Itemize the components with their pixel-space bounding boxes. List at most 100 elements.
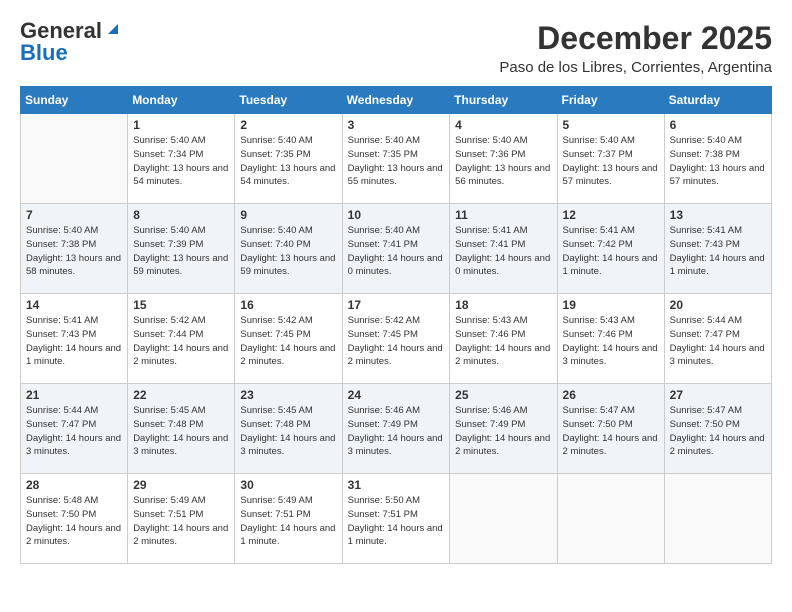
day-number: 25 — [455, 388, 551, 402]
weekday-header-row: SundayMondayTuesdayWednesdayThursdayFrid… — [21, 87, 772, 114]
day-info: Sunrise: 5:46 AMSunset: 7:49 PMDaylight:… — [348, 404, 445, 459]
day-info: Sunrise: 5:40 AMSunset: 7:38 PMDaylight:… — [670, 134, 766, 189]
day-info: Sunrise: 5:44 AMSunset: 7:47 PMDaylight:… — [26, 404, 122, 459]
calendar-cell: 2 Sunrise: 5:40 AMSunset: 7:35 PMDaylight… — [235, 114, 342, 204]
day-info: Sunrise: 5:40 AMSunset: 7:34 PMDaylight:… — [133, 134, 229, 189]
day-info: Sunrise: 5:41 AMSunset: 7:42 PMDaylight:… — [563, 224, 659, 279]
day-info: Sunrise: 5:40 AMSunset: 7:41 PMDaylight:… — [348, 224, 445, 279]
calendar-cell: 29 Sunrise: 5:49 AMSunset: 7:51 PMDayligh… — [128, 474, 235, 564]
calendar-cell: 18 Sunrise: 5:43 AMSunset: 7:46 PMDayligh… — [450, 294, 557, 384]
day-number: 22 — [133, 388, 229, 402]
calendar-cell: 31 Sunrise: 5:50 AMSunset: 7:51 PMDayligh… — [342, 474, 450, 564]
calendar-cell: 19 Sunrise: 5:43 AMSunset: 7:46 PMDayligh… — [557, 294, 664, 384]
calendar-cell: 28Sunrise: 5:48 AMSunset: 7:50 PMDayligh… — [21, 474, 128, 564]
calendar-cell: 30 Sunrise: 5:49 AMSunset: 7:51 PMDayligh… — [235, 474, 342, 564]
day-number: 13 — [670, 208, 766, 222]
day-number: 18 — [455, 298, 551, 312]
calendar-cell: 1 Sunrise: 5:40 AMSunset: 7:34 PMDaylight… — [128, 114, 235, 204]
logo-icon — [104, 20, 122, 38]
day-info: Sunrise: 5:45 AMSunset: 7:48 PMDaylight:… — [133, 404, 229, 459]
day-info: Sunrise: 5:40 AMSunset: 7:35 PMDaylight:… — [348, 134, 445, 189]
day-info: Sunrise: 5:41 AMSunset: 7:41 PMDaylight:… — [455, 224, 551, 279]
day-info: Sunrise: 5:42 AMSunset: 7:45 PMDaylight:… — [240, 314, 336, 369]
day-info: Sunrise: 5:47 AMSunset: 7:50 PMDaylight:… — [563, 404, 659, 459]
day-info: Sunrise: 5:40 AMSunset: 7:40 PMDaylight:… — [240, 224, 336, 279]
day-number: 16 — [240, 298, 336, 312]
calendar-table: SundayMondayTuesdayWednesdayThursdayFrid… — [20, 86, 772, 564]
day-info: Sunrise: 5:42 AMSunset: 7:44 PMDaylight:… — [133, 314, 229, 369]
calendar-cell: 25 Sunrise: 5:46 AMSunset: 7:49 PMDayligh… — [450, 384, 557, 474]
calendar-cell: 16 Sunrise: 5:42 AMSunset: 7:45 PMDayligh… — [235, 294, 342, 384]
day-info: Sunrise: 5:47 AMSunset: 7:50 PMDaylight:… — [670, 404, 766, 459]
calendar-cell — [664, 474, 771, 564]
day-number: 7 — [26, 208, 122, 222]
calendar-cell — [557, 474, 664, 564]
weekday-header-sunday: Sunday — [21, 87, 128, 114]
day-info: Sunrise: 5:40 AMSunset: 7:39 PMDaylight:… — [133, 224, 229, 279]
day-number: 6 — [670, 118, 766, 132]
calendar-cell: 4Sunrise: 5:40 AMSunset: 7:36 PMDaylight… — [450, 114, 557, 204]
logo: General Blue — [20, 20, 122, 64]
day-number: 19 — [563, 298, 659, 312]
day-info: Sunrise: 5:49 AMSunset: 7:51 PMDaylight:… — [133, 494, 229, 549]
calendar-cell: 5Sunrise: 5:40 AMSunset: 7:37 PMDaylight… — [557, 114, 664, 204]
calendar-cell — [450, 474, 557, 564]
day-info: Sunrise: 5:45 AMSunset: 7:48 PMDaylight:… — [240, 404, 336, 459]
calendar-week-row: 14Sunrise: 5:41 AMSunset: 7:43 PMDayligh… — [21, 294, 772, 384]
calendar-cell — [21, 114, 128, 204]
day-info: Sunrise: 5:42 AMSunset: 7:45 PMDaylight:… — [348, 314, 445, 369]
calendar-cell: 26 Sunrise: 5:47 AMSunset: 7:50 PMDayligh… — [557, 384, 664, 474]
calendar-cell: 27 Sunrise: 5:47 AMSunset: 7:50 PMDayligh… — [664, 384, 771, 474]
day-info: Sunrise: 5:43 AMSunset: 7:46 PMDaylight:… — [563, 314, 659, 369]
weekday-header-friday: Friday — [557, 87, 664, 114]
weekday-header-saturday: Saturday — [664, 87, 771, 114]
day-info: Sunrise: 5:43 AMSunset: 7:46 PMDaylight:… — [455, 314, 551, 369]
day-number: 15 — [133, 298, 229, 312]
day-info: Sunrise: 5:40 AMSunset: 7:35 PMDaylight:… — [240, 134, 336, 189]
day-info: Sunrise: 5:46 AMSunset: 7:49 PMDaylight:… — [455, 404, 551, 459]
day-info: Sunrise: 5:40 AMSunset: 7:36 PMDaylight:… — [455, 134, 551, 189]
day-info: Sunrise: 5:44 AMSunset: 7:47 PMDaylight:… — [670, 314, 766, 369]
calendar-cell: 8 Sunrise: 5:40 AMSunset: 7:39 PMDaylight… — [128, 204, 235, 294]
day-number: 30 — [240, 478, 336, 492]
calendar-cell: 10 Sunrise: 5:40 AMSunset: 7:41 PMDayligh… — [342, 204, 450, 294]
calendar-cell: 9 Sunrise: 5:40 AMSunset: 7:40 PMDaylight… — [235, 204, 342, 294]
day-info: Sunrise: 5:41 AMSunset: 7:43 PMDaylight:… — [26, 314, 122, 369]
day-info: Sunrise: 5:40 AMSunset: 7:38 PMDaylight:… — [26, 224, 122, 279]
day-info: Sunrise: 5:50 AMSunset: 7:51 PMDaylight:… — [348, 494, 445, 549]
calendar-cell: 22 Sunrise: 5:45 AMSunset: 7:48 PMDayligh… — [128, 384, 235, 474]
location-subtitle: Paso de los Libres, Corrientes, Argentin… — [499, 59, 772, 76]
calendar-cell: 13Sunrise: 5:41 AMSunset: 7:43 PMDayligh… — [664, 204, 771, 294]
calendar-week-row: 7 Sunrise: 5:40 AMSunset: 7:38 PMDaylight… — [21, 204, 772, 294]
day-number: 12 — [563, 208, 659, 222]
day-number: 2 — [240, 118, 336, 132]
day-number: 31 — [348, 478, 445, 492]
calendar-cell: 17Sunrise: 5:42 AMSunset: 7:45 PMDayligh… — [342, 294, 450, 384]
month-title: December 2025 — [499, 20, 772, 57]
calendar-cell: 20 Sunrise: 5:44 AMSunset: 7:47 PMDayligh… — [664, 294, 771, 384]
day-number: 5 — [563, 118, 659, 132]
day-number: 27 — [670, 388, 766, 402]
day-number: 29 — [133, 478, 229, 492]
day-number: 21 — [26, 388, 122, 402]
calendar-cell: 23Sunrise: 5:45 AMSunset: 7:48 PMDayligh… — [235, 384, 342, 474]
day-number: 9 — [240, 208, 336, 222]
day-info: Sunrise: 5:49 AMSunset: 7:51 PMDaylight:… — [240, 494, 336, 549]
page-header: General Blue December 2025 Paso de los L… — [20, 20, 772, 76]
day-number: 1 — [133, 118, 229, 132]
calendar-cell: 6 Sunrise: 5:40 AMSunset: 7:38 PMDaylight… — [664, 114, 771, 204]
calendar-week-row: 1 Sunrise: 5:40 AMSunset: 7:34 PMDaylight… — [21, 114, 772, 204]
day-number: 26 — [563, 388, 659, 402]
calendar-cell: 3Sunrise: 5:40 AMSunset: 7:35 PMDaylight… — [342, 114, 450, 204]
day-number: 20 — [670, 298, 766, 312]
calendar-cell: 7 Sunrise: 5:40 AMSunset: 7:38 PMDaylight… — [21, 204, 128, 294]
day-number: 10 — [348, 208, 445, 222]
day-info: Sunrise: 5:48 AMSunset: 7:50 PMDaylight:… — [26, 494, 122, 549]
weekday-header-thursday: Thursday — [450, 87, 557, 114]
day-number: 24 — [348, 388, 445, 402]
weekday-header-monday: Monday — [128, 87, 235, 114]
day-number: 8 — [133, 208, 229, 222]
calendar-cell: 14Sunrise: 5:41 AMSunset: 7:43 PMDayligh… — [21, 294, 128, 384]
logo-general-text: General — [20, 20, 102, 42]
calendar-cell: 12 Sunrise: 5:41 AMSunset: 7:42 PMDayligh… — [557, 204, 664, 294]
